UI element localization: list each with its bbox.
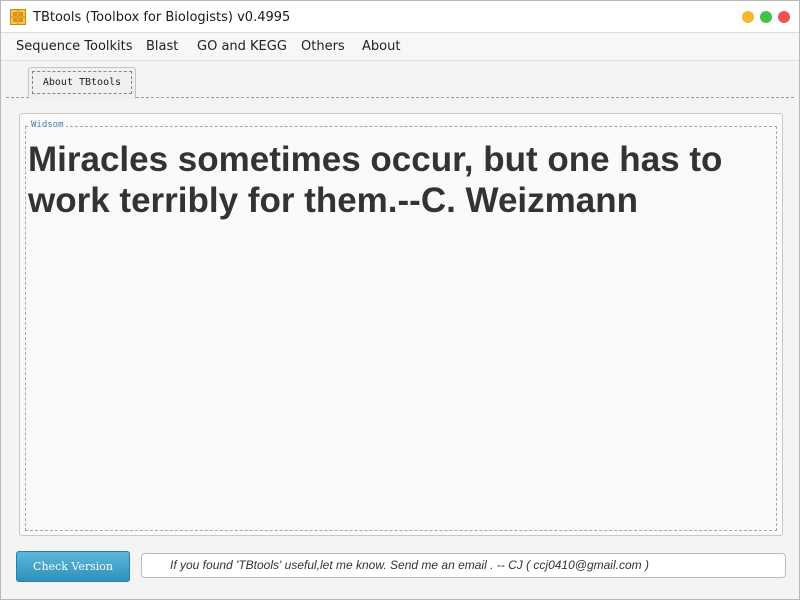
menu-go-and-kegg[interactable]: GO and KEGG — [197, 39, 287, 54]
menu-others[interactable]: Others — [301, 39, 345, 54]
close-button[interactable] — [778, 11, 790, 23]
menu-blast[interactable]: Blast — [146, 39, 178, 54]
fieldset-legend: Widsom — [29, 120, 66, 130]
wisdom-quote: Miracles sometimes occur, but one has to… — [28, 140, 723, 220]
contact-message-field[interactable]: If you found 'TBtools' useful,let me kno… — [141, 553, 786, 578]
tab-label: About TBtools — [32, 71, 132, 94]
content-panel: Widsom Miracles sometimes occur, but one… — [19, 113, 783, 536]
title-bar: TBtools (Toolbox for Biologists) v0.4995 — [1, 1, 799, 33]
app-window: TBtools (Toolbox for Biologists) v0.4995… — [0, 0, 800, 600]
menu-sequence-toolkits[interactable]: Sequence Toolkits — [16, 39, 133, 54]
tab-about-tbtools[interactable]: About TBtools — [28, 67, 136, 99]
minimize-button[interactable] — [742, 11, 754, 23]
window-title: TBtools (Toolbox for Biologists) v0.4995 — [33, 10, 291, 25]
wisdom-fieldset: Widsom Miracles sometimes occur, but one… — [25, 120, 777, 531]
menu-bar: Sequence Toolkits Blast GO and KEGG Othe… — [1, 34, 799, 61]
app-logo-icon — [10, 9, 26, 25]
maximize-button[interactable] — [760, 11, 772, 23]
check-version-button[interactable]: Check Version — [16, 551, 130, 582]
menu-about[interactable]: About — [362, 39, 400, 54]
